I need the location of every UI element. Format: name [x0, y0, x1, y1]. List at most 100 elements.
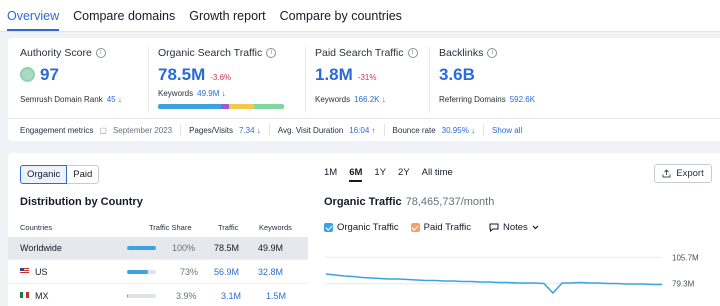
info-icon[interactable]: i — [487, 48, 498, 58]
chart-legend: Organic Traffic Paid Traffic Notes — [324, 222, 539, 233]
toggle-organic[interactable]: Organic — [20, 165, 68, 184]
authority-score-circle-icon — [20, 67, 35, 82]
distribution-table-header: Countries Traffic Share Traffic Keywords — [8, 223, 308, 237]
checkbox-checked-icon — [410, 223, 420, 232]
traffic-share-value: 3.9% — [176, 291, 197, 301]
tab-overview[interactable]: Overview — [7, 9, 60, 31]
paid-traffic-change: -31% — [357, 73, 377, 82]
column-keywords: Keywords — [259, 223, 292, 232]
legend-organic-label: Organic Traffic — [337, 222, 399, 233]
table-row[interactable]: MX 3.9% 3.1M 1.5M — [8, 285, 308, 306]
backlinks-title: Backlinks i — [439, 47, 569, 59]
column-traffic: Traffic — [218, 223, 239, 232]
paid-traffic-value[interactable]: 1.8M — [315, 65, 353, 85]
paid-traffic-label: Paid Search Traffic — [315, 47, 404, 59]
tab-compare-domains[interactable]: Compare domains — [73, 9, 175, 31]
table-row[interactable]: US 73% 56.9M 32.8M — [8, 261, 308, 284]
country-name: US — [35, 267, 48, 277]
traffic-share-value: 73% — [180, 267, 199, 277]
authority-score-value[interactable]: 97 — [40, 65, 59, 85]
organic-traffic-chart-label: Organic Traffic — [324, 196, 402, 208]
authority-score-value-row: 97 — [20, 65, 148, 85]
notes-dropdown[interactable]: Notes — [489, 222, 539, 233]
bounce-rate-label: Bounce rate — [392, 125, 436, 135]
chevron-down-icon — [532, 225, 539, 230]
bounce-rate-value: 30.95% ↓ — [441, 125, 476, 135]
traffic-value: 78.5M — [214, 243, 240, 253]
divider — [268, 124, 270, 136]
divider — [180, 124, 182, 136]
distribution-title: Distribution by Country — [20, 196, 143, 208]
organic-traffic-value[interactable]: 78.5M — [158, 65, 205, 85]
referring-domains: Referring Domains 592.6K — [439, 95, 569, 104]
metrics-panel: Authority Score i 97 Semrush Domain Rank… — [8, 38, 720, 141]
tab-compare-by-countries[interactable]: Compare by countries — [280, 9, 402, 31]
keyword-bar-segment — [221, 104, 229, 109]
legend-paid-label: Paid Traffic — [423, 222, 471, 233]
range-6m[interactable]: 6M — [349, 167, 363, 182]
keyword-bar-segment — [228, 104, 254, 109]
keywords-value[interactable]: 1.5M — [266, 291, 286, 301]
organic-traffic-value-row: 78.5M -3.6% — [158, 65, 305, 85]
authority-score-title: Authority Score i — [20, 47, 148, 59]
show-all-link[interactable]: Show all — [492, 126, 522, 135]
info-icon[interactable]: i — [95, 48, 106, 58]
traffic-panel: Organic Paid Distribution by Country Cou… — [8, 153, 720, 306]
keywords-value[interactable]: 32.8M — [258, 267, 283, 277]
engagement-metrics-bar: Engagement metrics ▢ September 2023 Page… — [8, 118, 720, 141]
organic-traffic-chart-title: Organic Traffic 78,465,737/month — [324, 196, 494, 208]
organic-traffic-monthly-value: 78,465,737/month — [405, 196, 495, 208]
domain-rank: Semrush Domain Rank 45 ↓ — [20, 95, 148, 104]
referring-domains-value[interactable]: 592.6K — [510, 95, 535, 104]
domain-rank-value[interactable]: 45 ↓ — [107, 95, 122, 104]
toggle-paid[interactable]: Paid — [67, 165, 100, 184]
traffic-value[interactable]: 56.9M — [214, 267, 239, 277]
backlinks-label: Backlinks — [439, 47, 484, 59]
range-2y[interactable]: 2Y — [398, 167, 410, 182]
organic-keywords: Keywords 49.9M ↓ — [158, 89, 305, 98]
organic-traffic-line-chart: 105.7M79.3M52.9M — [325, 253, 699, 295]
paid-traffic-value-row: 1.8M -31% — [315, 65, 429, 85]
referring-domains-label: Referring Domains — [439, 95, 506, 104]
organic-keywords-value[interactable]: 49.9M ↓ — [197, 89, 225, 98]
backlinks-value-row: 3.6B — [439, 65, 569, 85]
notes-icon — [489, 223, 499, 232]
backlinks-value[interactable]: 3.6B — [439, 65, 475, 85]
tab-growth-report[interactable]: Growth report — [189, 9, 265, 31]
export-icon — [662, 169, 671, 178]
organic-traffic-change: -3.6% — [210, 73, 232, 82]
keyword-bar-segment — [158, 104, 221, 109]
avg-visit-duration-value: 16:04 ↑ — [349, 125, 376, 135]
country-cell: US — [20, 267, 48, 277]
info-icon[interactable]: i — [266, 48, 277, 58]
paid-keywords-label: Keywords — [315, 95, 351, 104]
export-button[interactable]: Export — [654, 164, 712, 183]
organic-search-traffic-metric: Organic Search Traffic i 78.5M -3.6% Key… — [148, 47, 305, 113]
range-all-time[interactable]: All time — [422, 167, 453, 182]
keyword-bar-segment — [253, 104, 284, 109]
range-1m[interactable]: 1M — [324, 167, 337, 182]
table-row[interactable]: Worldwide 100% 78.5M 49.9M — [8, 237, 308, 260]
traffic-share-bar — [127, 246, 156, 250]
traffic-share-value: 100% — [172, 243, 196, 253]
paid-keywords-value[interactable]: 166.2K ↓ — [354, 95, 386, 104]
legend-paid-traffic[interactable]: Paid Traffic — [410, 222, 471, 233]
checkbox-checked-icon — [324, 223, 333, 232]
authority-score-label: Authority Score — [20, 47, 92, 59]
country-cell: MX — [20, 291, 49, 301]
backlinks-metric: Backlinks i 3.6B Referring Domains 592.6K — [429, 47, 569, 113]
mx-flag-icon — [20, 292, 29, 298]
calendar-icon: ▢ — [99, 125, 107, 135]
top-nav: Overview Compare domains Growth report C… — [0, 0, 720, 32]
paid-search-traffic-metric: Paid Search Traffic i 1.8M -31% Keywords… — [305, 47, 429, 113]
traffic-share-fill — [127, 270, 149, 274]
notes-label: Notes — [502, 222, 528, 233]
divider — [483, 124, 485, 136]
traffic-value[interactable]: 3.1M — [221, 291, 241, 301]
info-icon[interactable]: i — [407, 48, 418, 58]
authority-score-metric: Authority Score i 97 Semrush Domain Rank… — [20, 47, 148, 113]
organic-keywords-label: Keywords — [158, 89, 194, 98]
legend-organic-traffic[interactable]: Organic Traffic — [324, 222, 399, 233]
range-1y[interactable]: 1Y — [374, 167, 386, 182]
keyword-intent-bar — [158, 104, 284, 109]
